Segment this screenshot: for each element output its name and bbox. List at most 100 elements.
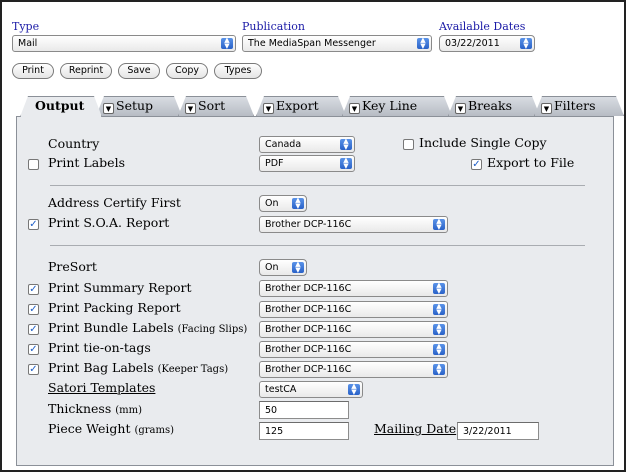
satori-templates-link[interactable]: Satori Templates (48, 380, 155, 395)
copy-button[interactable]: Copy (166, 63, 208, 79)
dropdown-arrows-icon: ▲ ▼ (340, 138, 352, 150)
mailing-date-input[interactable]: 3/22/2011 (457, 422, 539, 440)
address-certify-label: Address Certify First (48, 195, 181, 210)
check-icon: ✓ (29, 304, 38, 315)
print-bag-text: Print Bag Labels (48, 360, 154, 375)
print-bag-note: (Keeper Tags) (157, 364, 229, 375)
piece-weight-unit: (grams) (134, 425, 175, 436)
satori-templates-select[interactable]: testCA ▲ ▼ (259, 381, 363, 398)
satori-templates-value: testCA (265, 384, 297, 395)
country-select[interactable]: Canada ▲ ▼ (259, 136, 355, 153)
check-icon: ✓ (472, 159, 481, 170)
include-single-copy-label: Include Single Copy (419, 135, 547, 150)
print-soa-checkbox[interactable]: ✓ (28, 219, 39, 230)
print-labels-checkbox[interactable] (28, 159, 39, 170)
print-summary-label: Print Summary Report (48, 280, 192, 295)
tab-setup[interactable]: ▼ Setup (96, 96, 182, 116)
check-icon: ✓ (29, 284, 38, 295)
print-tieon-printer-select[interactable]: Brother DCP-116C ▲ ▼ (259, 341, 448, 358)
presort-value: On (265, 262, 279, 273)
print-bag-printer-select[interactable]: Brother DCP-116C ▲ ▼ (259, 361, 448, 378)
available-dates-value: 03/22/2011 (445, 38, 500, 49)
publication-select[interactable]: The MediaSpan Messenger ▲ ▼ (242, 35, 432, 52)
tab-toggle-icon: ▼ (541, 103, 552, 114)
print-labels-format-value: PDF (265, 158, 284, 169)
print-tieon-checkbox[interactable]: ✓ (28, 344, 39, 355)
tab-key-line[interactable]: ▼ Key Line (342, 96, 452, 116)
check-icon: ✓ (29, 364, 38, 375)
address-certify-value: On (265, 198, 279, 209)
dropdown-arrows-icon: ▲ ▼ (520, 37, 532, 49)
dropdown-arrows-icon: ▲ ▼ (433, 343, 445, 355)
save-button[interactable]: Save (118, 63, 160, 79)
print-bundle-checkbox[interactable]: ✓ (28, 324, 39, 335)
thickness-input[interactable]: 50 (259, 401, 349, 419)
dropdown-arrows-icon: ▲ ▼ (292, 261, 304, 273)
print-bag-checkbox[interactable]: ✓ (28, 364, 39, 375)
tab-filters[interactable]: ▼ Filters (534, 96, 624, 116)
print-soa-printer-select[interactable]: Brother DCP-116C ▲ ▼ (259, 216, 448, 233)
print-bundle-printer-select[interactable]: Brother DCP-116C ▲ ▼ (259, 321, 448, 338)
section-divider (50, 245, 585, 246)
output-panel: Country Canada ▲ ▼ Include Single Copy Pr… (16, 116, 614, 466)
dropdown-arrows-icon: ▲ ▼ (348, 383, 360, 395)
print-packing-label: Print Packing Report (48, 300, 181, 315)
address-certify-select[interactable]: On ▲ ▼ (259, 195, 307, 212)
print-labels-format-select[interactable]: PDF ▲ ▼ (259, 155, 355, 172)
print-summary-printer-select[interactable]: Brother DCP-116C ▲ ▼ (259, 280, 448, 297)
country-select-value: Canada (265, 139, 302, 150)
tab-toggle-icon: ▼ (263, 103, 274, 114)
thickness-unit: (mm) (115, 405, 143, 416)
piece-weight-text: Piece Weight (48, 421, 131, 436)
tab-export[interactable]: ▼ Export (256, 96, 346, 116)
reprint-button[interactable]: Reprint (60, 63, 112, 79)
publication-select-value: The MediaSpan Messenger (248, 38, 376, 49)
presort-select[interactable]: On ▲ ▼ (259, 259, 307, 276)
tab-breaks-label: Breaks (468, 98, 513, 113)
tab-toggle-icon: ▼ (103, 103, 114, 114)
mailing-date-link[interactable]: Mailing Date (374, 421, 456, 436)
print-bag-printer-value: Brother DCP-116C (265, 364, 352, 375)
print-button[interactable]: Print (12, 63, 54, 79)
tab-sort-label: Sort (198, 98, 226, 113)
print-soa-label: Print S.O.A. Report (48, 215, 170, 230)
include-single-copy-checkbox[interactable] (403, 139, 414, 150)
tab-export-label: Export (276, 98, 319, 113)
print-packing-checkbox[interactable]: ✓ (28, 304, 39, 315)
thickness-text: Thickness (48, 401, 112, 416)
types-button[interactable]: Types (214, 63, 262, 79)
print-bundle-text: Print Bundle Labels (48, 320, 174, 335)
print-bag-label: Print Bag Labels (Keeper Tags) (48, 360, 228, 375)
publication-label: Publication (242, 20, 305, 33)
dropdown-arrows-icon: ▲ ▼ (433, 218, 445, 230)
dropdown-arrows-icon: ▲ ▼ (433, 282, 445, 294)
print-tieon-printer-value: Brother DCP-116C (265, 344, 352, 355)
tab-output[interactable]: Output (20, 96, 102, 117)
dropdown-arrows-icon: ▲ ▼ (433, 363, 445, 375)
piece-weight-label: Piece Weight (grams) (48, 421, 174, 436)
tab-toggle-icon: ▼ (185, 103, 196, 114)
check-icon: ✓ (29, 324, 38, 335)
tab-sort[interactable]: ▼ Sort (178, 96, 254, 116)
print-bundle-label: Print Bundle Labels (Facing Slips) (48, 320, 247, 335)
check-icon: ✓ (29, 219, 38, 230)
thickness-label: Thickness (mm) (48, 401, 142, 416)
country-label: Country (48, 136, 100, 151)
export-to-file-checkbox[interactable]: ✓ (471, 159, 482, 170)
print-summary-printer-value: Brother DCP-116C (265, 283, 352, 294)
print-soa-printer-value: Brother DCP-116C (265, 219, 352, 230)
presort-label: PreSort (48, 259, 97, 274)
print-packing-printer-value: Brother DCP-116C (265, 304, 352, 315)
print-packing-printer-select[interactable]: Brother DCP-116C ▲ ▼ (259, 301, 448, 318)
piece-weight-input[interactable]: 125 (259, 422, 349, 440)
dropdown-arrows-icon: ▲ ▼ (292, 197, 304, 209)
available-dates-select[interactable]: 03/22/2011 ▲ ▼ (439, 35, 535, 52)
export-to-file-label: Export to File (487, 155, 575, 170)
print-bundle-printer-value: Brother DCP-116C (265, 324, 352, 335)
type-select[interactable]: Mail ▲ ▼ (12, 35, 236, 52)
dropdown-arrows-icon: ▲ ▼ (433, 323, 445, 335)
tab-output-label: Output (35, 98, 85, 113)
print-labels-label: Print Labels (48, 155, 125, 170)
print-summary-checkbox[interactable]: ✓ (28, 284, 39, 295)
tab-breaks[interactable]: ▼ Breaks (448, 96, 540, 116)
